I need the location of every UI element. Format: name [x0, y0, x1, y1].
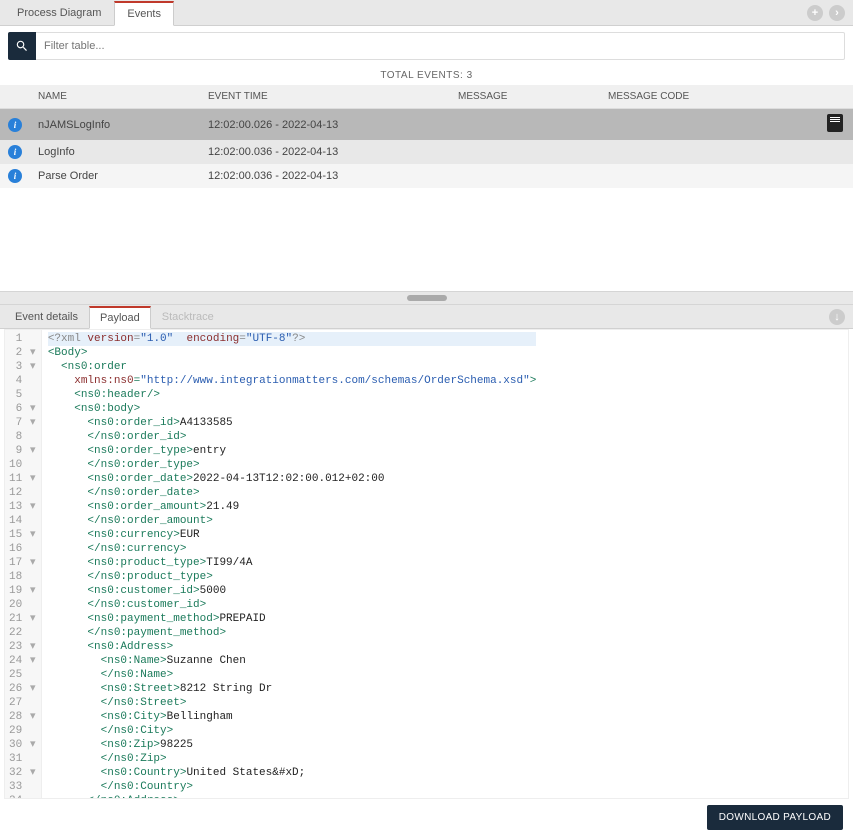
arrow-icon[interactable]: ›	[829, 5, 845, 21]
cell-event-time: 12:02:00.026 - 2022-04-13	[200, 109, 450, 141]
panel-resize-bar[interactable]	[0, 291, 853, 305]
tab-stacktrace: Stacktrace	[151, 306, 225, 328]
line-number-gutter: 1 2 ▾3 ▾4 5 6 ▾7 ▾8 9 ▾10 11 ▾12 13 ▾14 …	[5, 330, 42, 798]
table-header-row: NAME EVENT TIME MESSAGE MESSAGE CODE	[0, 85, 853, 109]
info-icon: i	[0, 109, 30, 141]
col-actions	[813, 85, 853, 109]
cell-message	[450, 140, 600, 164]
table-row[interactable]: iParse Order12:02:00.036 - 2022-04-13	[0, 164, 853, 188]
events-panel: TOTAL EVENTS: 3 NAME EVENT TIME MESSAGE …	[0, 26, 853, 291]
info-icon: i	[0, 164, 30, 188]
cell-message-code	[600, 164, 813, 188]
top-tab-actions: + ›	[807, 5, 853, 21]
col-name[interactable]: NAME	[30, 85, 200, 109]
cell-message	[450, 164, 600, 188]
tab-event-details[interactable]: Event details	[4, 306, 89, 328]
col-event-time[interactable]: EVENT TIME	[200, 85, 450, 109]
detail-tabs: Event details Payload Stacktrace ↓	[0, 305, 853, 329]
payload-editor[interactable]: 1 2 ▾3 ▾4 5 6 ▾7 ▾8 9 ▾10 11 ▾12 13 ▾14 …	[4, 329, 849, 799]
cell-message-code	[600, 109, 813, 141]
tab-process-diagram[interactable]: Process Diagram	[4, 1, 114, 25]
download-icon[interactable]: ↓	[829, 309, 845, 325]
table-row[interactable]: inJAMSLogInfo12:02:00.026 - 2022-04-13	[0, 109, 853, 141]
drag-handle-icon	[407, 295, 447, 301]
info-icon: i	[0, 140, 30, 164]
footer: DOWNLOAD PAYLOAD	[0, 799, 853, 838]
filter-bar	[8, 32, 845, 60]
cell-actions	[813, 109, 853, 141]
search-icon[interactable]	[8, 32, 36, 60]
tab-payload[interactable]: Payload	[89, 306, 151, 329]
top-tabs: Process Diagram Events + ›	[0, 0, 853, 26]
cell-name: nJAMSLogInfo	[30, 109, 200, 141]
download-payload-button[interactable]: DOWNLOAD PAYLOAD	[707, 805, 843, 830]
cell-actions	[813, 164, 853, 188]
filter-input[interactable]	[36, 32, 845, 60]
total-events-label: TOTAL EVENTS: 3	[0, 66, 853, 85]
tab-events[interactable]: Events	[114, 1, 174, 26]
cell-event-time: 12:02:00.036 - 2022-04-13	[200, 140, 450, 164]
cell-message-code	[600, 140, 813, 164]
add-icon[interactable]: +	[807, 5, 823, 21]
cell-actions	[813, 140, 853, 164]
cell-message	[450, 109, 600, 141]
code-content[interactable]: <?xml version="1.0" encoding="UTF-8"?><B…	[42, 330, 543, 798]
col-message-code[interactable]: MESSAGE CODE	[600, 85, 813, 109]
cell-name: LogInfo	[30, 140, 200, 164]
page-icon[interactable]	[827, 114, 843, 132]
events-table: NAME EVENT TIME MESSAGE MESSAGE CODE inJ…	[0, 85, 853, 188]
table-row[interactable]: iLogInfo12:02:00.036 - 2022-04-13	[0, 140, 853, 164]
detail-tab-actions: ↓	[829, 309, 853, 325]
col-icon	[0, 85, 30, 109]
cell-name: Parse Order	[30, 164, 200, 188]
col-message[interactable]: MESSAGE	[450, 85, 600, 109]
cell-event-time: 12:02:00.036 - 2022-04-13	[200, 164, 450, 188]
